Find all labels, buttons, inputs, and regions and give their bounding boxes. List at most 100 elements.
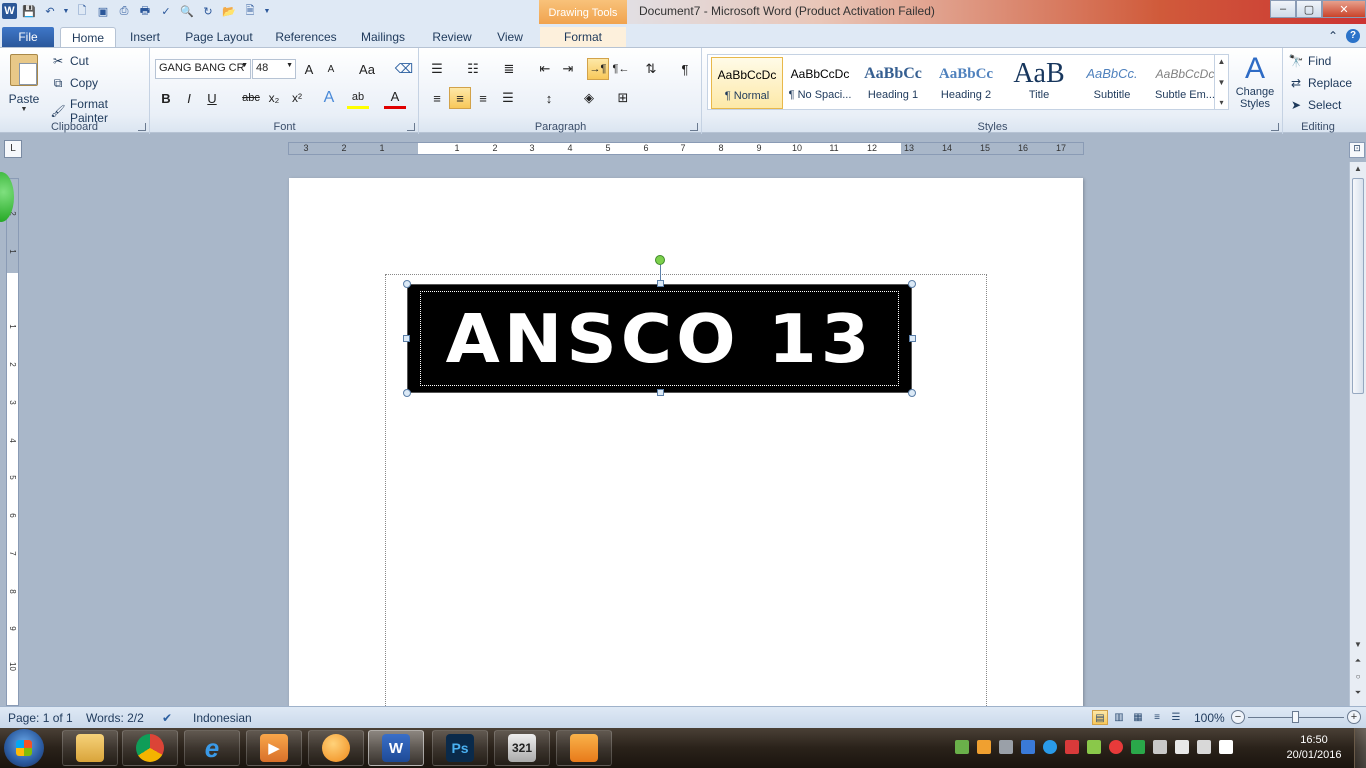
tab-references[interactable]: References — [270, 27, 342, 48]
line-spacing-button[interactable]: ↕ — [538, 87, 560, 109]
font-color-button[interactable]: A — [384, 87, 406, 109]
horizontal-ruler[interactable]: 3 2 1 1 2 3 4 5 6 7 8 9 10 11 12 13 14 1… — [288, 142, 1084, 155]
grow-font-button[interactable]: A — [298, 58, 320, 80]
font-size-field[interactable]: 48 ▼ — [252, 59, 296, 79]
wordart-text-box[interactable]: ANSCO 13 — [407, 284, 912, 393]
find-icon[interactable]: 🔍 — [178, 2, 196, 20]
chevron-up-icon[interactable]: ▲ — [1218, 57, 1226, 66]
redo-icon[interactable]: ↻ — [199, 2, 217, 20]
view-ruler-button[interactable]: ⊡ — [1349, 142, 1365, 158]
new-document-icon[interactable]: 🗋 — [73, 2, 91, 20]
font-name-field[interactable]: GANG BANG CR ▼ — [155, 59, 251, 79]
taskbar-word[interactable]: W — [368, 730, 424, 766]
resize-handle-se[interactable] — [908, 389, 916, 397]
style-title[interactable]: AaB Title — [1003, 57, 1075, 109]
italic-button[interactable]: I — [178, 87, 200, 109]
start-button[interactable] — [4, 729, 44, 767]
taskbar-media-player[interactable]: ▶ — [246, 730, 302, 766]
shading-button[interactable]: ◈ — [578, 87, 600, 109]
tray-icon[interactable] — [1065, 740, 1079, 754]
style-heading-2[interactable]: AaBbCc Heading 2 — [930, 57, 1002, 109]
shield-icon[interactable] — [1021, 740, 1035, 754]
page-count[interactable]: Page: 1 of 1 — [8, 711, 73, 725]
maximize-button[interactable]: ▢ — [1296, 0, 1322, 18]
bullets-button[interactable]: ☰ — [426, 58, 448, 80]
blank-page-icon[interactable]: 🗎 — [241, 2, 259, 20]
collapse-ribbon-icon[interactable]: ⌃ — [1328, 29, 1338, 43]
taskbar-photoshop[interactable]: Ps — [432, 730, 488, 766]
dialog-launcher-icon[interactable] — [690, 123, 698, 131]
align-right-button[interactable]: ≡ — [472, 87, 494, 109]
zoom-slider-thumb[interactable] — [1292, 711, 1299, 723]
style-heading-1[interactable]: AaBbCc Heading 1 — [857, 57, 929, 109]
draft-icon[interactable]: ☰ — [1168, 710, 1184, 725]
replace-button[interactable]: ⇄ Replace — [1288, 75, 1352, 91]
borders-button[interactable]: ⊞ — [612, 87, 634, 109]
numbering-button[interactable]: ☷ — [462, 58, 484, 80]
resize-handle-n[interactable] — [657, 280, 664, 287]
decrease-indent-button[interactable]: ⇤ — [534, 58, 556, 80]
proofing-icon[interactable]: ✔ — [162, 711, 172, 725]
taskbar-explorer[interactable] — [62, 730, 118, 766]
zoom-out-icon[interactable]: − — [1231, 710, 1245, 724]
document-page[interactable]: ANSCO 13 — [289, 178, 1083, 710]
tray-icon[interactable] — [1087, 740, 1101, 754]
next-page-icon[interactable]: ⏷ — [1350, 688, 1366, 702]
action-center-icon[interactable] — [1219, 740, 1233, 754]
insert-picture-icon[interactable]: ▣ — [94, 2, 112, 20]
tray-icon[interactable] — [1109, 740, 1123, 754]
clock[interactable]: 16:50 20/01/2016 — [1284, 733, 1344, 763]
find-button[interactable]: 🔭 Find — [1288, 53, 1332, 69]
scroll-thumb[interactable] — [1352, 178, 1364, 394]
ltr-button[interactable]: →¶ — [587, 58, 609, 80]
dialog-launcher-icon[interactable] — [138, 123, 146, 131]
paste-button[interactable]: Paste ▼ — [4, 52, 44, 114]
previous-page-icon[interactable]: ⏶ — [1350, 656, 1366, 670]
print-icon[interactable]: 🖶 — [136, 2, 154, 20]
taskbar-chrome[interactable] — [122, 730, 178, 766]
superscript-button[interactable]: x² — [286, 87, 308, 109]
rotation-handle[interactable] — [655, 255, 665, 265]
minimize-button[interactable]: – — [1270, 0, 1296, 18]
tray-icon[interactable] — [1131, 740, 1145, 754]
taskbar-winamp[interactable] — [308, 730, 364, 766]
save-icon[interactable]: 💾 — [20, 2, 38, 20]
tray-icon[interactable] — [999, 740, 1013, 754]
language[interactable]: Indonesian — [193, 711, 252, 725]
tab-review[interactable]: Review — [426, 27, 478, 48]
tray-icon[interactable] — [977, 740, 991, 754]
close-button[interactable]: ✕ — [1322, 0, 1366, 18]
scroll-down-icon[interactable]: ▼ — [1350, 640, 1366, 654]
volume-icon[interactable] — [1153, 740, 1167, 754]
sort-button[interactable]: ⇅ — [640, 58, 662, 80]
multilevel-list-button[interactable]: ≣ — [498, 58, 520, 80]
taskbar-internet-explorer[interactable]: e — [184, 730, 240, 766]
bold-button[interactable]: B — [155, 87, 177, 109]
zoom-level[interactable]: 100% — [1194, 711, 1225, 725]
more-icon[interactable]: ▾ — [1219, 98, 1223, 107]
undo-dropdown-icon[interactable]: ▼ — [62, 2, 70, 20]
dialog-launcher-icon[interactable] — [1271, 123, 1279, 131]
tab-selector-button[interactable]: L — [4, 140, 22, 158]
tab-format[interactable]: Format — [540, 27, 626, 48]
battery-icon[interactable] — [1197, 740, 1211, 754]
chevron-down-icon[interactable]: ▼ — [1218, 78, 1226, 87]
subscript-button[interactable]: x₂ — [263, 87, 285, 109]
align-left-button[interactable]: ≡ — [426, 87, 448, 109]
vertical-ruler[interactable]: 2 1 1 2 3 4 5 6 7 8 9 10 — [6, 178, 19, 706]
word-logo-icon[interactable]: W — [2, 3, 17, 19]
align-center-button[interactable]: ≡ — [449, 87, 471, 109]
show-marks-button[interactable]: ¶ — [674, 58, 696, 80]
change-styles-button[interactable]: A Change Styles — [1233, 52, 1277, 110]
resize-handle-e[interactable] — [909, 335, 916, 342]
select-button[interactable]: ➤ Select — [1288, 97, 1341, 113]
highlight-button[interactable]: ab — [347, 87, 369, 109]
style-subtle-emphasis[interactable]: AaBbCcDc Subtle Em... — [1149, 57, 1221, 109]
text-effects-button[interactable]: A — [318, 87, 340, 109]
wordart-text[interactable]: ANSCO 13 — [446, 300, 874, 378]
tab-view[interactable]: View — [490, 27, 530, 48]
tray-icon[interactable] — [1043, 740, 1057, 754]
strikethrough-button[interactable]: abc — [238, 87, 264, 109]
word-count[interactable]: Words: 2/2 — [86, 711, 144, 725]
tab-insert[interactable]: Insert — [122, 27, 168, 48]
